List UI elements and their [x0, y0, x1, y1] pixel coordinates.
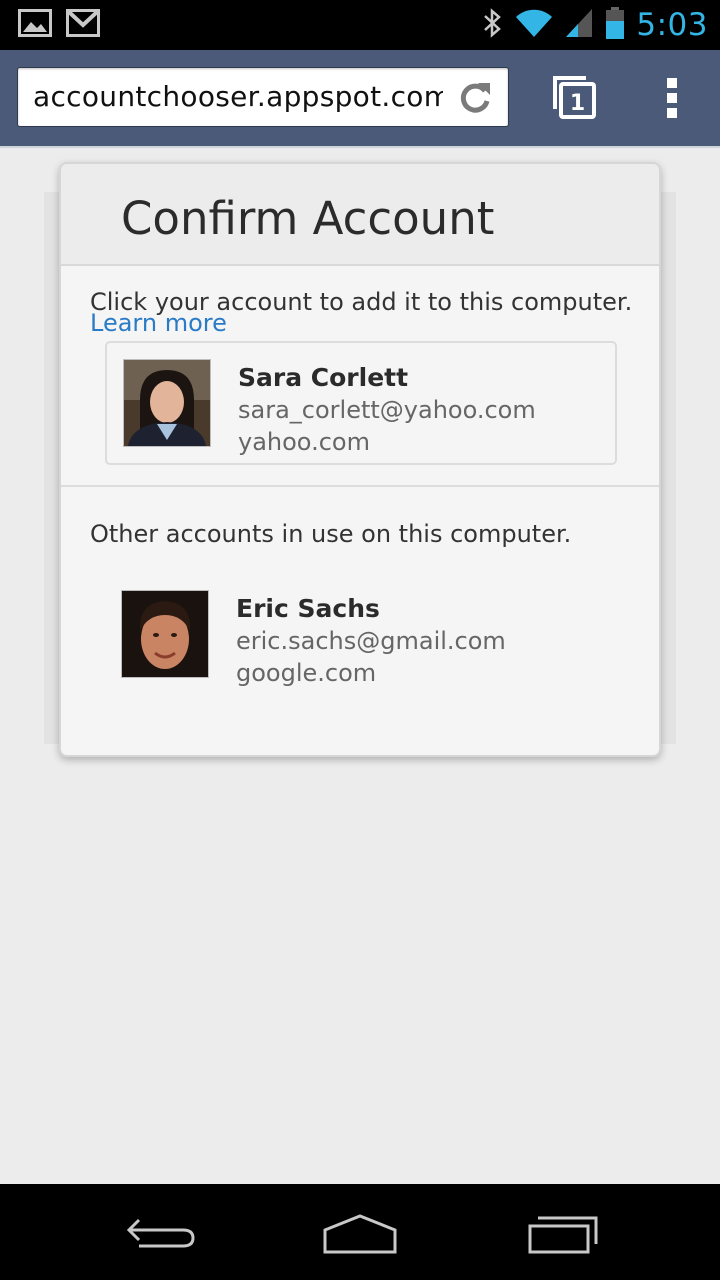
- url-text[interactable]: accountchooser.appspot.com/: [33, 80, 443, 113]
- account-name-sara: Sara Corlett: [238, 363, 409, 392]
- avatar-eric: [121, 590, 209, 678]
- account-domain-sara: yahoo.com: [238, 428, 370, 456]
- account-name-eric: Eric Sachs: [236, 594, 380, 623]
- battery-icon: [604, 6, 626, 44]
- dialog-title: Confirm Account: [121, 192, 495, 245]
- learn-more-link[interactable]: Learn more: [90, 309, 227, 337]
- navigation-bar: [0, 1184, 720, 1280]
- dialog-header: Confirm Account: [61, 164, 659, 266]
- browser-toolbar: accountchooser.appspot.com/ 1: [0, 50, 720, 148]
- overflow-menu-icon[interactable]: [660, 76, 684, 120]
- account-card-eric[interactable]: Eric Sachs eric.sachs@gmail.com google.c…: [105, 574, 617, 698]
- back-icon[interactable]: [115, 1202, 205, 1262]
- reload-icon[interactable]: [456, 79, 494, 117]
- signal-icon: [564, 7, 594, 43]
- wifi-icon: [514, 7, 554, 43]
- system-icons: 5:03: [480, 0, 708, 50]
- avatar-sara: [123, 359, 211, 447]
- tabs-icon[interactable]: 1: [550, 73, 600, 123]
- account-domain-eric: google.com: [236, 659, 377, 687]
- gmail-icon: [66, 9, 100, 41]
- clock: 5:03: [636, 7, 708, 43]
- confirm-account-dialog: Confirm Account Click your account to ad…: [59, 162, 661, 757]
- notification-icons: [18, 8, 100, 42]
- section-divider: [61, 485, 659, 487]
- bluetooth-icon: [480, 7, 504, 43]
- gallery-icon: [18, 9, 52, 41]
- tab-count: 1: [570, 91, 585, 116]
- account-email-eric: eric.sachs@gmail.com: [236, 627, 506, 655]
- other-accounts-label: Other accounts in use on this computer.: [90, 520, 572, 548]
- account-card-sara[interactable]: Sara Corlett sara_corlett@yahoo.com yaho…: [105, 341, 617, 465]
- home-icon[interactable]: [315, 1202, 405, 1262]
- status-bar: 5:03: [0, 0, 720, 50]
- account-email-sara: sara_corlett@yahoo.com: [238, 396, 536, 424]
- recents-icon[interactable]: [520, 1202, 610, 1262]
- address-bar[interactable]: accountchooser.appspot.com/: [17, 67, 509, 127]
